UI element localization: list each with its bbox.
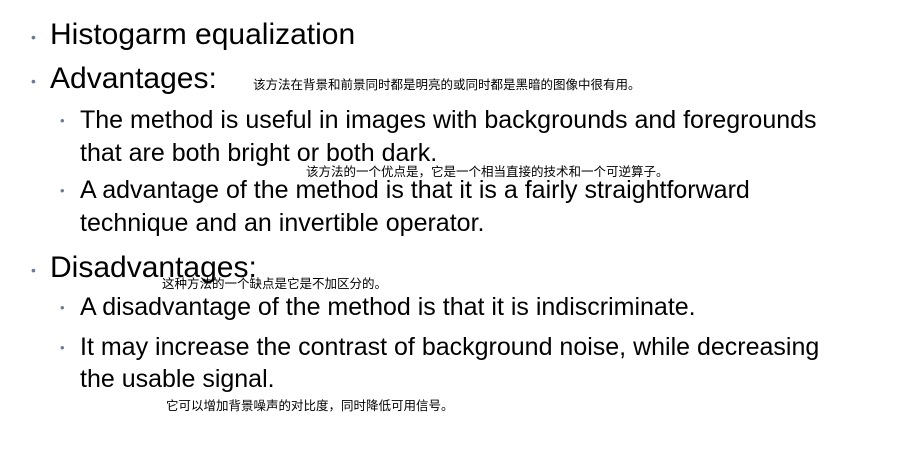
advantage-2-line2: technique and an invertible operator. (80, 209, 485, 237)
bullet-dot: • (31, 29, 36, 45)
slide: • Histogarm equalization • Advantages: 该… (0, 0, 911, 464)
bullet-dot: • (60, 113, 65, 128)
note-disadvantage-2-cn: 它可以增加背景噪声的对比度，同时降低可用信号。 (166, 398, 454, 413)
disadvantage-2-line1: It may increase the contrast of backgrou… (80, 333, 820, 361)
note-disadvantages-cn: 这种方法的一个缺点是它是不加区分的。 (162, 276, 388, 291)
bullet-dot: • (60, 300, 65, 315)
note-advantages-cn: 该方法在背景和前景同时都是明亮的或同时都是黑暗的图像中很有用。 (253, 77, 641, 92)
disadvantage-2-line2: the usable signal. (80, 365, 275, 393)
heading-histogram-equalization: Histogarm equalization (50, 18, 356, 51)
heading-advantages: Advantages: (50, 62, 217, 95)
disadvantage-1: A disadvantage of the method is that it … (80, 293, 696, 321)
advantage-1-line1: The method is useful in images with back… (80, 106, 817, 134)
bullet-dot: • (31, 262, 36, 278)
bullet-dot: • (31, 73, 36, 89)
bullet-dot: • (60, 340, 65, 355)
advantage-1-line2: that are both bright or both dark. (80, 139, 438, 167)
bullet-dot: • (60, 183, 65, 198)
advantage-2-line1: A advantage of the method is that it is … (80, 176, 750, 204)
